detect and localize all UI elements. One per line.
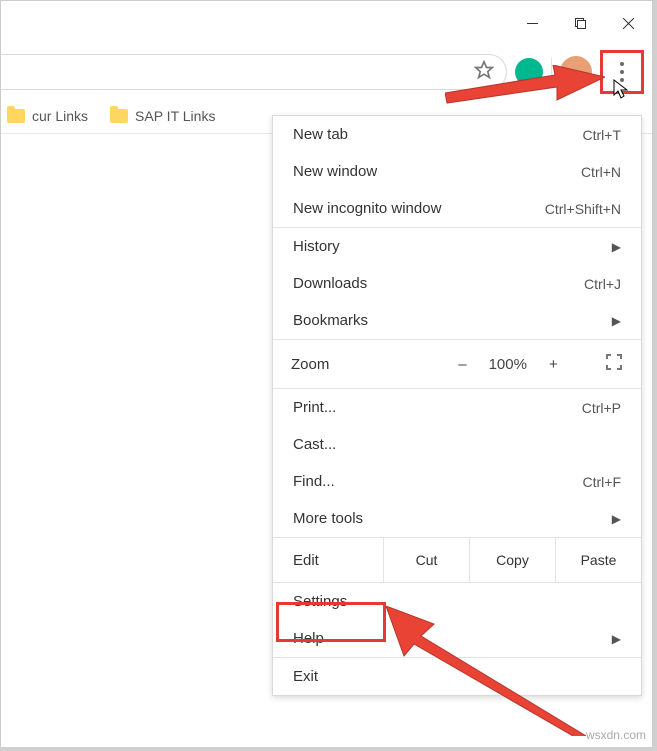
- menu-item-edit: Edit Cut Copy Paste: [273, 538, 641, 582]
- paste-button[interactable]: Paste: [555, 538, 641, 582]
- toolbar-divider-icon: [551, 58, 552, 86]
- menu-item-history[interactable]: History ▶: [273, 228, 641, 265]
- menu-label: Settings: [293, 593, 347, 610]
- menu-shortcut: Ctrl+F: [583, 474, 622, 490]
- menu-shortcut: Ctrl+P: [582, 400, 621, 416]
- submenu-arrow-icon: ▶: [612, 512, 621, 526]
- extension-badge: off: [519, 79, 536, 90]
- bookmark-folder-sap-it-links[interactable]: SAP IT Links: [110, 108, 215, 124]
- menu-label: Help: [293, 630, 324, 647]
- extension-icon[interactable]: off: [515, 58, 543, 86]
- menu-label: Cast...: [293, 436, 336, 453]
- edit-label: Edit: [293, 552, 383, 569]
- menu-item-print[interactable]: Print... Ctrl+P: [273, 389, 641, 426]
- menu-item-downloads[interactable]: Downloads Ctrl+J: [273, 265, 641, 302]
- chrome-main-menu: New tab Ctrl+T New window Ctrl+N New inc…: [272, 115, 642, 696]
- close-button[interactable]: [604, 1, 652, 46]
- menu-shortcut: Ctrl+Shift+N: [545, 201, 621, 217]
- browser-toolbar: off: [1, 46, 652, 98]
- menu-item-new-incognito[interactable]: New incognito window Ctrl+Shift+N: [273, 190, 641, 227]
- menu-item-settings[interactable]: Settings: [273, 583, 641, 620]
- menu-label: New incognito window: [293, 200, 441, 217]
- menu-item-cast[interactable]: Cast...: [273, 426, 641, 463]
- zoom-value: 100%: [489, 356, 527, 373]
- copy-button[interactable]: Copy: [469, 538, 555, 582]
- zoom-in-button[interactable]: +: [549, 356, 558, 373]
- menu-shortcut: Ctrl+N: [581, 164, 621, 180]
- fullscreen-button[interactable]: [605, 353, 623, 375]
- menu-label: Print...: [293, 399, 336, 416]
- folder-icon: [7, 109, 25, 123]
- bookmark-label: SAP IT Links: [135, 108, 215, 124]
- menu-label: More tools: [293, 510, 363, 527]
- menu-label: New window: [293, 163, 377, 180]
- window-titlebar: [1, 1, 652, 46]
- menu-label: History: [293, 238, 340, 255]
- cut-button[interactable]: Cut: [383, 538, 469, 582]
- menu-item-bookmarks[interactable]: Bookmarks ▶: [273, 302, 641, 339]
- highlight-menu-button: [600, 50, 644, 94]
- submenu-arrow-icon: ▶: [612, 632, 621, 646]
- menu-label: Exit: [293, 668, 318, 685]
- menu-item-new-tab[interactable]: New tab Ctrl+T: [273, 116, 641, 153]
- zoom-out-button[interactable]: –: [458, 356, 466, 373]
- menu-item-exit[interactable]: Exit: [273, 658, 641, 695]
- maximize-button[interactable]: [556, 1, 604, 46]
- watermark: wsxdn.com: [586, 728, 646, 742]
- chrome-window: off cur Links SAP IT Links New tab Ctrl+…: [0, 0, 653, 746]
- menu-item-find[interactable]: Find... Ctrl+F: [273, 463, 641, 500]
- bookmark-folder-cur-links[interactable]: cur Links: [7, 108, 88, 124]
- chrome-menu-button[interactable]: [606, 56, 638, 88]
- menu-item-help[interactable]: Help ▶: [273, 620, 641, 657]
- menu-label: Bookmarks: [293, 312, 368, 329]
- menu-label: New tab: [293, 126, 348, 143]
- menu-shortcut: Ctrl+T: [583, 127, 622, 143]
- profile-avatar[interactable]: [560, 56, 592, 88]
- menu-label: Downloads: [293, 275, 367, 292]
- submenu-arrow-icon: ▶: [612, 240, 621, 254]
- menu-item-new-window[interactable]: New window Ctrl+N: [273, 153, 641, 190]
- minimize-button[interactable]: [508, 1, 556, 46]
- menu-label: Find...: [293, 473, 335, 490]
- menu-shortcut: Ctrl+J: [584, 276, 621, 292]
- bookmark-label: cur Links: [32, 108, 88, 124]
- bookmark-star-icon[interactable]: [474, 60, 494, 85]
- address-bar[interactable]: [1, 54, 507, 90]
- menu-item-zoom: Zoom – 100% +: [273, 340, 641, 388]
- submenu-arrow-icon: ▶: [612, 314, 621, 328]
- zoom-label: Zoom: [291, 356, 411, 373]
- menu-item-more-tools[interactable]: More tools ▶: [273, 500, 641, 537]
- folder-icon: [110, 109, 128, 123]
